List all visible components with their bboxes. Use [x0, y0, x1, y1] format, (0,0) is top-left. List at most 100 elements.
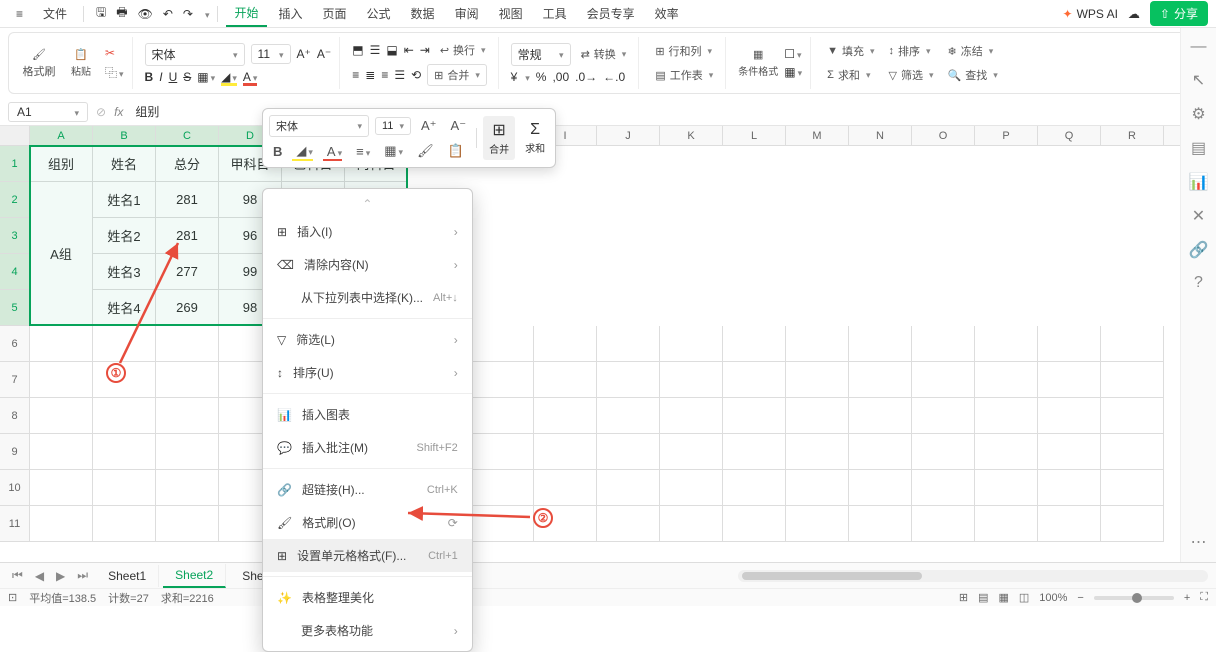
- format-painter-button[interactable]: 🖌格式刷: [21, 48, 57, 79]
- font-select[interactable]: 宋体: [145, 43, 245, 66]
- row-header[interactable]: 3: [0, 218, 30, 254]
- cell[interactable]: 组别: [30, 146, 93, 182]
- mini-painter-icon[interactable]: 🖌: [413, 141, 438, 161]
- cloud-icon[interactable]: ☁: [1128, 7, 1140, 21]
- cell[interactable]: [660, 326, 723, 362]
- ctx-clear[interactable]: ⌫清除内容(N)›: [263, 248, 472, 281]
- cell[interactable]: [1101, 434, 1164, 470]
- percent-button[interactable]: %: [536, 70, 547, 84]
- cell[interactable]: 281: [156, 218, 219, 254]
- cell[interactable]: [912, 506, 975, 542]
- merged-cell-group[interactable]: A组: [30, 182, 93, 326]
- side-layers-icon[interactable]: ▤: [1191, 138, 1206, 158]
- cell[interactable]: [660, 506, 723, 542]
- share-button[interactable]: ⇧分享: [1150, 1, 1208, 26]
- merge-button[interactable]: ⊞合并: [427, 64, 487, 86]
- horizontal-scrollbar[interactable]: [738, 570, 1208, 582]
- cell[interactable]: [1101, 470, 1164, 506]
- mini-merge-button[interactable]: ⊞合并: [483, 116, 515, 160]
- cell[interactable]: [723, 362, 786, 398]
- col-header[interactable]: M: [786, 126, 849, 145]
- mini-bold-button[interactable]: B: [269, 142, 286, 161]
- col-header[interactable]: J: [597, 126, 660, 145]
- fullscreen-icon[interactable]: ⛶: [1200, 591, 1208, 604]
- tab-view[interactable]: 视图: [491, 1, 531, 26]
- preview-icon[interactable]: 👁: [138, 7, 153, 21]
- tab-tools[interactable]: 工具: [535, 1, 575, 26]
- cell[interactable]: [786, 506, 849, 542]
- cell[interactable]: [975, 506, 1038, 542]
- cell[interactable]: [723, 434, 786, 470]
- cell[interactable]: [93, 434, 156, 470]
- cell[interactable]: [1038, 362, 1101, 398]
- row-header[interactable]: 4: [0, 254, 30, 290]
- wrap-button[interactable]: ↩换行: [436, 40, 490, 60]
- font-color-button[interactable]: A: [243, 70, 258, 84]
- rowcol-button[interactable]: ⊞行和列: [651, 41, 717, 61]
- cell[interactable]: [597, 398, 660, 434]
- row-header[interactable]: 6: [0, 326, 30, 362]
- align-top-icon[interactable]: ⬒: [352, 43, 363, 57]
- cell[interactable]: [30, 470, 93, 506]
- col-header[interactable]: N: [849, 126, 912, 145]
- side-more-icon[interactable]: ⋯: [1191, 532, 1207, 552]
- cell[interactable]: [975, 326, 1038, 362]
- paste-button[interactable]: 📋粘贴: [63, 48, 99, 78]
- cell[interactable]: [93, 470, 156, 506]
- cell[interactable]: [723, 506, 786, 542]
- cell[interactable]: 281: [156, 182, 219, 218]
- increase-font-icon[interactable]: A⁺: [297, 47, 311, 61]
- cell[interactable]: [1038, 470, 1101, 506]
- cell[interactable]: [786, 434, 849, 470]
- cell[interactable]: 总分: [156, 146, 219, 182]
- comma-button[interactable]: ,00: [552, 70, 569, 84]
- select-all-corner[interactable]: [0, 126, 30, 145]
- tab-formula[interactable]: 公式: [359, 1, 399, 26]
- fx-icon[interactable]: fx: [114, 105, 123, 119]
- cell[interactable]: [30, 506, 93, 542]
- side-tools-icon[interactable]: ✕: [1192, 206, 1205, 226]
- cell[interactable]: [723, 470, 786, 506]
- mini-sum-button[interactable]: Σ求和: [521, 121, 549, 155]
- cell[interactable]: [660, 434, 723, 470]
- mini-clipboard-icon[interactable]: 📋: [444, 141, 468, 161]
- zoom-in-button[interactable]: +: [1184, 592, 1190, 604]
- row-header[interactable]: 11: [0, 506, 30, 542]
- undo-icon[interactable]: ↶: [163, 7, 173, 21]
- tab-start[interactable]: 开始: [226, 0, 266, 27]
- cell[interactable]: 姓名1: [93, 182, 156, 218]
- cells-area[interactable]: 组别 姓名 总分 甲科目 乙科目 丙科目 姓名1 281 98 姓名2 281 …: [30, 146, 1164, 542]
- cell[interactable]: [786, 326, 849, 362]
- orientation-icon[interactable]: ⟲: [411, 68, 421, 82]
- currency-button[interactable]: ¥: [511, 70, 518, 84]
- mini-font-color-button[interactable]: A: [323, 142, 346, 161]
- cell[interactable]: [1038, 506, 1101, 542]
- tab-efficiency[interactable]: 效率: [647, 1, 687, 26]
- table-style-icon[interactable]: ▦: [784, 65, 802, 79]
- font-size-select[interactable]: 11: [251, 44, 291, 64]
- tab-review[interactable]: 审阅: [447, 1, 487, 26]
- cell[interactable]: [156, 470, 219, 506]
- ctx-insert-comment[interactable]: 💬插入批注(M)Shift+F2: [263, 431, 472, 464]
- sheet-nav-next[interactable]: ▶: [52, 569, 69, 583]
- align-bottom-icon[interactable]: ⬓: [386, 43, 397, 57]
- cell[interactable]: [471, 470, 534, 506]
- copy-icon[interactable]: ⿻: [105, 64, 124, 81]
- ctx-hyperlink[interactable]: 🔗超链接(H)...Ctrl+K: [263, 473, 472, 506]
- cell[interactable]: [849, 398, 912, 434]
- dec-inc-icon[interactable]: .0→: [575, 70, 597, 84]
- zoom-value[interactable]: 100%: [1039, 592, 1067, 604]
- row-header[interactable]: 10: [0, 470, 30, 506]
- cell[interactable]: 姓名4: [93, 290, 156, 326]
- convert-button[interactable]: ⇄转换: [577, 44, 631, 64]
- cell[interactable]: [30, 434, 93, 470]
- cell[interactable]: [156, 362, 219, 398]
- cell[interactable]: [912, 362, 975, 398]
- col-header[interactable]: O: [912, 126, 975, 145]
- cell[interactable]: [1038, 326, 1101, 362]
- cell[interactable]: [723, 398, 786, 434]
- dec-dec-icon[interactable]: ←.0: [603, 70, 625, 84]
- row-header[interactable]: 5: [0, 290, 30, 326]
- align-left-icon[interactable]: ≡: [352, 68, 359, 82]
- redo-icon[interactable]: ↷: [183, 7, 193, 21]
